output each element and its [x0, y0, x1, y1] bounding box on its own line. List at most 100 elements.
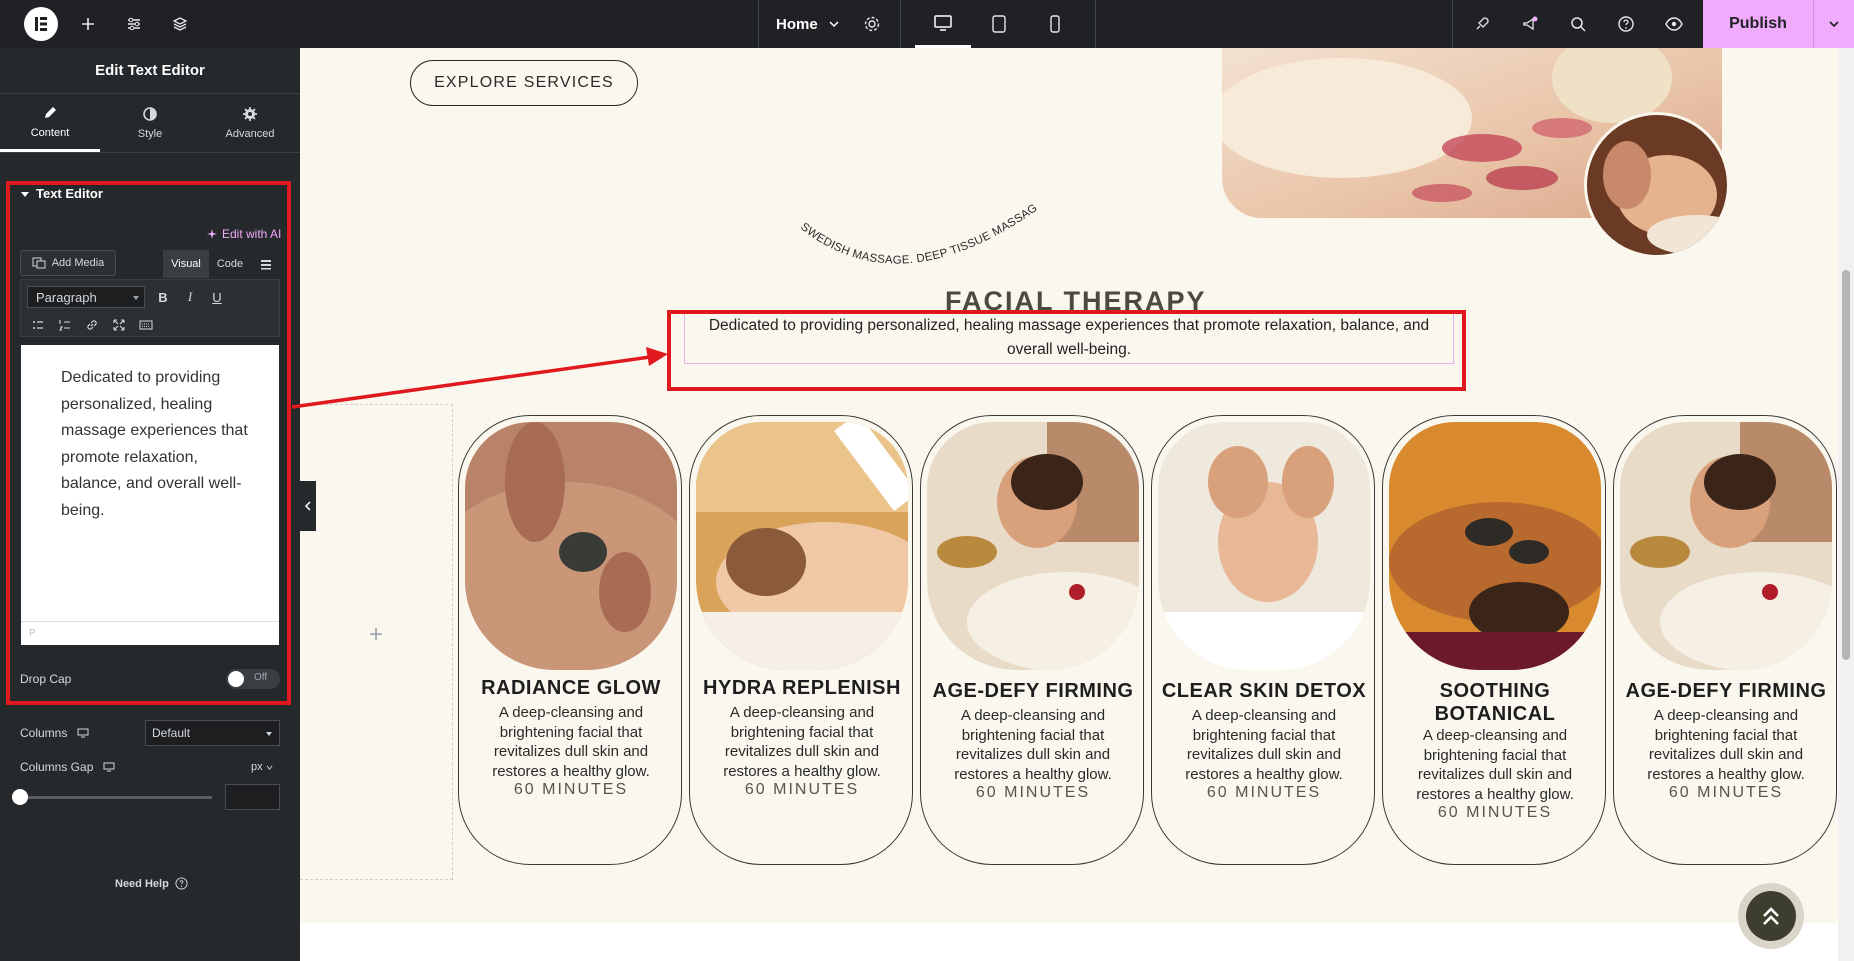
tab-style[interactable]: Style — [100, 94, 200, 152]
panel-tabs: Content Style Advanced — [0, 94, 300, 153]
mobile-view-icon[interactable] — [1027, 0, 1083, 48]
publish-button[interactable]: Publish — [1703, 0, 1813, 48]
tab-label: Content — [30, 126, 70, 139]
keyboard-icon[interactable] — [135, 314, 157, 336]
layers-icon[interactable] — [168, 12, 192, 36]
service-card[interactable]: CLEAR SKIN DETOX A deep-cleansing and br… — [1151, 415, 1375, 865]
page-settings-gear-icon[interactable] — [860, 12, 884, 36]
fullscreen-icon[interactable] — [108, 314, 130, 336]
divider — [1452, 0, 1453, 48]
columns-select[interactable]: Default — [145, 720, 280, 746]
service-duration: 60 MINUTES — [975, 784, 1091, 801]
facial-therapy-heading: FACIAL THERAPY — [945, 286, 1207, 312]
drop-cap-label: Drop Cap — [20, 672, 72, 686]
service-card[interactable]: SOOTHING BOTANICAL A deep-cleansing and … — [1382, 415, 1606, 865]
chevron-down-icon — [266, 732, 272, 736]
toggle-state: Off — [254, 672, 268, 683]
service-card[interactable]: AGE-DEFY FIRMING A deep-cleansing and br… — [920, 415, 1144, 865]
svg-text:SWEDISH MASSAGE. DEEP TISSUE M: SWEDISH MASSAGE. DEEP TISSUE MASSAGE. HO… — [790, 148, 1040, 267]
rich-text-editor[interactable]: Dedicated to providing personalized, hea… — [21, 345, 279, 645]
underline-icon[interactable]: U — [206, 286, 228, 308]
desktop-view-icon[interactable] — [915, 0, 971, 48]
editor-window: Home Publish Edit Text Editor Content St… — [0, 0, 1854, 961]
editor-toolbar: Paragraph B I U — [20, 279, 280, 337]
desktop-responsive-icon[interactable] — [77, 728, 89, 738]
chevron-down-icon — [133, 296, 139, 300]
service-title: SOOTHING BOTANICAL — [1434, 680, 1556, 725]
bullet-list-icon[interactable] — [27, 314, 49, 336]
paragraph-format-value: Paragraph — [36, 289, 97, 305]
preview-eye-icon[interactable] — [1662, 12, 1686, 36]
tablet-view-icon[interactable] — [971, 0, 1027, 48]
bold-icon[interactable]: B — [152, 286, 174, 308]
add-media-button[interactable]: Add Media — [20, 250, 116, 276]
service-card[interactable]: AGE-DEFY FIRMING A deep-cleansing and br… — [1613, 415, 1837, 865]
unit-value: px — [251, 761, 263, 773]
publish-options-chevron-icon[interactable] — [1813, 0, 1854, 48]
unit-selector[interactable]: px — [251, 761, 273, 773]
service-description: A deep-cleansing and brightening facial … — [1647, 707, 1805, 783]
rocket-icon[interactable] — [1470, 12, 1494, 36]
page-selector[interactable]: Home — [776, 0, 840, 48]
service-title: HYDRA REPLENISH — [703, 677, 901, 699]
need-help-label: Need Help — [115, 877, 169, 890]
tab-visual[interactable]: Visual — [163, 250, 209, 278]
numbered-list-icon[interactable] — [54, 314, 76, 336]
add-element-icon[interactable] — [76, 12, 100, 36]
service-duration: 60 MINUTES — [513, 781, 629, 798]
columns-gap-slider-track[interactable] — [20, 796, 212, 799]
collapse-panel-handle[interactable] — [300, 481, 316, 531]
scrollbar-thumb[interactable] — [1842, 270, 1850, 660]
editor-content[interactable]: Dedicated to providing personalized, hea… — [61, 365, 251, 524]
tab-content[interactable]: Content — [0, 94, 100, 152]
chevron-down-icon — [266, 764, 273, 770]
toolbar-toggle-icon[interactable] — [253, 250, 279, 278]
service-description: A deep-cleansing and brightening facial … — [492, 704, 650, 780]
scroll-to-top-button[interactable] — [1738, 883, 1804, 949]
service-description: A deep-cleansing and brightening facial … — [723, 704, 881, 780]
highlight-box-description — [667, 310, 1466, 391]
section-toggle-text-editor[interactable]: Text Editor — [20, 186, 103, 201]
explore-services-button[interactable]: EXPLORE SERVICES — [410, 60, 638, 106]
search-icon[interactable] — [1566, 12, 1590, 36]
edit-with-ai-button[interactable]: Edit with AI — [206, 227, 281, 241]
service-title: RADIANCE GLOW — [481, 677, 661, 699]
link-icon[interactable] — [81, 314, 103, 336]
sparkle-icon — [207, 229, 217, 239]
service-duration: 60 MINUTES — [744, 781, 860, 798]
section-title: Text Editor — [36, 186, 103, 201]
page-name: Home — [776, 15, 818, 33]
columns-label: Columns — [20, 726, 68, 740]
columns-gap-label-group: Columns Gap — [20, 760, 115, 774]
help-icon[interactable] — [1614, 12, 1638, 36]
tab-code[interactable]: Code — [209, 250, 251, 278]
tab-advanced[interactable]: Advanced — [200, 94, 300, 152]
divider — [900, 0, 901, 48]
scroll-to-top-inner — [1746, 891, 1796, 941]
columns-gap-label: Columns Gap — [20, 760, 94, 774]
drop-cap-toggle[interactable]: Off — [226, 669, 280, 689]
service-card[interactable]: RADIANCE GLOW A deep-cleansing and brigh… — [458, 415, 682, 865]
curved-text: SWEDISH MASSAGE. DEEP TISSUE MASSAGE. HO… — [790, 148, 1040, 267]
add-widget-plus-icon[interactable]: + — [369, 621, 383, 649]
canvas-scrollbar[interactable] — [1838, 48, 1854, 961]
toggle-knob — [228, 671, 244, 687]
site-settings-icon[interactable] — [122, 12, 146, 36]
service-title: AGE-DEFY FIRMING — [932, 680, 1134, 702]
notifications-megaphone-icon[interactable] — [1518, 12, 1542, 36]
columns-gap-input[interactable] — [225, 784, 280, 810]
need-help-link[interactable]: Need Help — [115, 877, 188, 890]
divider — [758, 0, 759, 48]
italic-icon[interactable]: I — [179, 286, 201, 308]
facial-round-image — [1584, 112, 1730, 258]
paragraph-format-select[interactable]: Paragraph — [27, 286, 145, 308]
desktop-responsive-icon[interactable] — [103, 762, 115, 772]
page-canvas: EXPLORE SERVICES SWEDISH MASSAGE. DEEP T… — [300, 48, 1838, 961]
columns-gap-slider-handle[interactable] — [12, 789, 28, 805]
service-image-facial-bowls — [1620, 422, 1832, 670]
columns-value: Default — [152, 726, 191, 740]
service-description: A deep-cleansing and brightening facial … — [954, 707, 1112, 783]
elementor-logo-icon[interactable] — [24, 7, 58, 41]
service-card[interactable]: HYDRA REPLENISH A deep-cleansing and bri… — [689, 415, 913, 865]
service-image-stone-back — [1389, 422, 1601, 670]
